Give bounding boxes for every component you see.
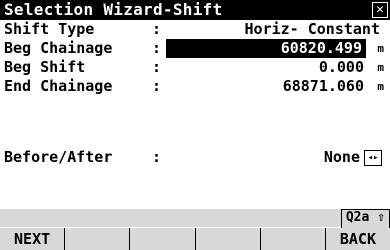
beg-chainage-value: 60820.499	[280, 39, 362, 57]
colon: :	[152, 148, 162, 166]
colon: :	[152, 58, 162, 76]
softkey-f4[interactable]	[194, 228, 260, 250]
field-end-chainage: End Chainage : 68871.060 m	[0, 77, 390, 96]
back-button[interactable]: BACK	[324, 228, 390, 250]
field-beg-chainage: Beg Chainage : 60820.499 m	[0, 39, 390, 58]
window-title: Selection Wizard-Shift	[4, 0, 223, 19]
field-before-after: Before/After : None ◂▸	[0, 148, 390, 167]
end-chainage-label: End Chainage	[4, 77, 113, 95]
title-bar: Selection Wizard-Shift ✕	[0, 0, 390, 20]
field-shift-type: Shift Type : Horiz- Constant	[0, 20, 390, 39]
softkey-f2[interactable]	[64, 228, 129, 250]
shift-type-value[interactable]: Horiz- Constant	[245, 20, 380, 39]
end-chainage-value[interactable]: 68871.060	[283, 77, 364, 96]
status-bar: Q2a ⇧	[0, 209, 390, 229]
beg-chainage-label: Beg Chainage	[4, 39, 113, 57]
unit-label: m	[377, 61, 384, 74]
softkey-f3[interactable]	[129, 228, 194, 250]
colon: :	[152, 20, 162, 38]
beg-chainage-input[interactable]: 60820.499	[166, 39, 366, 58]
before-after-select[interactable]: None ◂▸	[324, 148, 382, 167]
softkey-bar: NEXT BACK	[0, 228, 390, 250]
before-after-label: Before/After	[4, 148, 113, 166]
spin-arrows-icon[interactable]: ◂▸	[364, 149, 382, 166]
beg-shift-value[interactable]: 0.000	[319, 58, 364, 77]
status-badge: Q2a ⇧	[340, 209, 390, 229]
colon: :	[152, 39, 162, 57]
close-icon[interactable]: ✕	[372, 2, 388, 18]
next-button[interactable]: NEXT	[0, 228, 64, 250]
shift-type-label: Shift Type	[4, 20, 95, 38]
field-beg-shift: Beg Shift : 0.000 m	[0, 58, 390, 77]
softkey-f5[interactable]	[259, 228, 325, 250]
beg-shift-label: Beg Shift	[4, 58, 86, 76]
colon: :	[152, 77, 162, 95]
before-after-value: None	[323, 148, 360, 166]
unit-label: m	[377, 42, 384, 55]
unit-label: m	[377, 80, 384, 93]
